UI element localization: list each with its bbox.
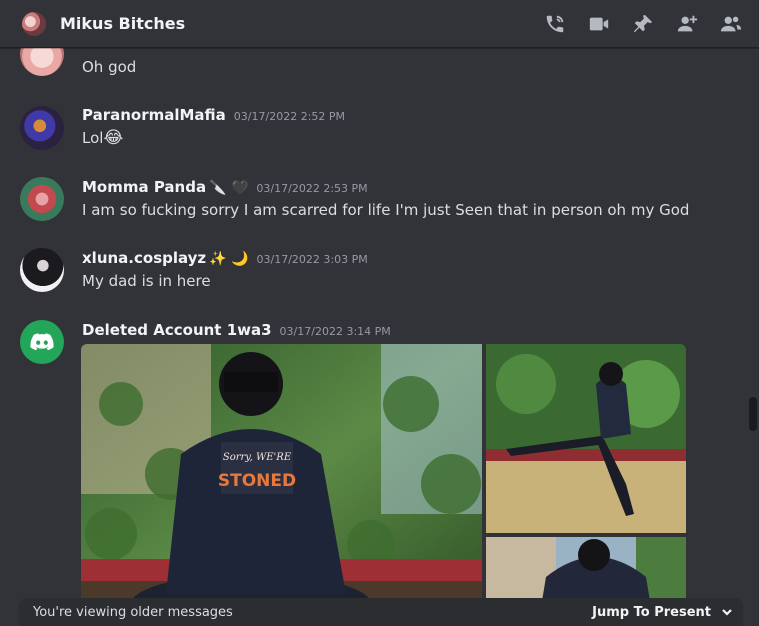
shirt-text-line1: Sorry, WE'RE bbox=[223, 452, 292, 463]
user-badge-emoji: ✨ 🌙 bbox=[209, 251, 249, 267]
image-attachment[interactable]: Sorry, WE'RE STONED bbox=[81, 344, 482, 626]
username[interactable]: xluna.cosplayz bbox=[82, 249, 206, 267]
shirt-text-line2: STONED bbox=[218, 471, 296, 491]
scrollbar-thumb[interactable] bbox=[749, 397, 757, 431]
username[interactable]: Momma Panda bbox=[82, 178, 206, 196]
user-avatar[interactable] bbox=[20, 248, 64, 292]
user-avatar[interactable] bbox=[20, 177, 64, 221]
user-avatar[interactable] bbox=[20, 48, 64, 76]
channel-title: Mikus Bitches bbox=[60, 14, 186, 33]
group-avatar[interactable] bbox=[22, 11, 46, 36]
timestamp: 03/17/2022 3:03 PM bbox=[256, 253, 368, 266]
user-badge-emoji: 🔪 🖤 bbox=[209, 180, 249, 196]
older-messages-text: You're viewing older messages bbox=[33, 604, 233, 620]
username[interactable]: ParanormalMafia bbox=[82, 106, 226, 124]
pin-icon[interactable] bbox=[631, 12, 655, 36]
message-item: Oh god bbox=[0, 48, 740, 88]
member-list-icon[interactable] bbox=[719, 12, 743, 36]
chevron-down-icon bbox=[722, 609, 732, 616]
message-emoji: 😂 bbox=[103, 128, 124, 148]
message-content: Lol bbox=[82, 129, 104, 147]
voice-call-icon[interactable] bbox=[543, 12, 567, 36]
older-messages-bar: You're viewing older messages Jump To Pr… bbox=[19, 598, 743, 626]
message-content: I am so fucking sorry I am scarred for l… bbox=[82, 201, 690, 219]
timestamp: 03/17/2022 2:52 PM bbox=[233, 110, 346, 123]
discord-logo-icon bbox=[30, 333, 54, 351]
username[interactable]: Deleted Account 1wa3 bbox=[82, 321, 272, 339]
jump-to-present-button[interactable]: Jump To Present bbox=[592, 598, 733, 626]
header-actions bbox=[543, 0, 743, 48]
discord-avatar[interactable] bbox=[20, 320, 64, 364]
message-item: ParanormalMafia 03/17/2022 2:52 PM Lol😂 bbox=[0, 104, 740, 160]
message-item: Momma Panda 🔪 🖤 03/17/2022 2:53 PM I am … bbox=[0, 175, 740, 231]
message-list[interactable]: Oh god ParanormalMafia 03/17/2022 2:52 P… bbox=[0, 48, 759, 626]
add-member-icon[interactable] bbox=[675, 12, 699, 36]
timestamp: 03/17/2022 2:53 PM bbox=[256, 182, 368, 195]
message-item: xluna.cosplayz ✨ 🌙 03/17/2022 3:03 PM My… bbox=[0, 246, 740, 302]
message-content-line: Lol😂 bbox=[82, 128, 123, 148]
message-content: My dad is in here bbox=[82, 272, 211, 290]
jump-to-present-label: Jump To Present bbox=[592, 604, 711, 620]
video-call-icon[interactable] bbox=[587, 12, 611, 36]
user-avatar[interactable] bbox=[20, 106, 64, 150]
message-content: Oh god bbox=[82, 58, 137, 76]
timestamp: 03/17/2022 3:14 PM bbox=[279, 325, 391, 338]
channel-header: Mikus Bitches bbox=[0, 0, 759, 48]
image-attachment[interactable] bbox=[486, 344, 686, 533]
